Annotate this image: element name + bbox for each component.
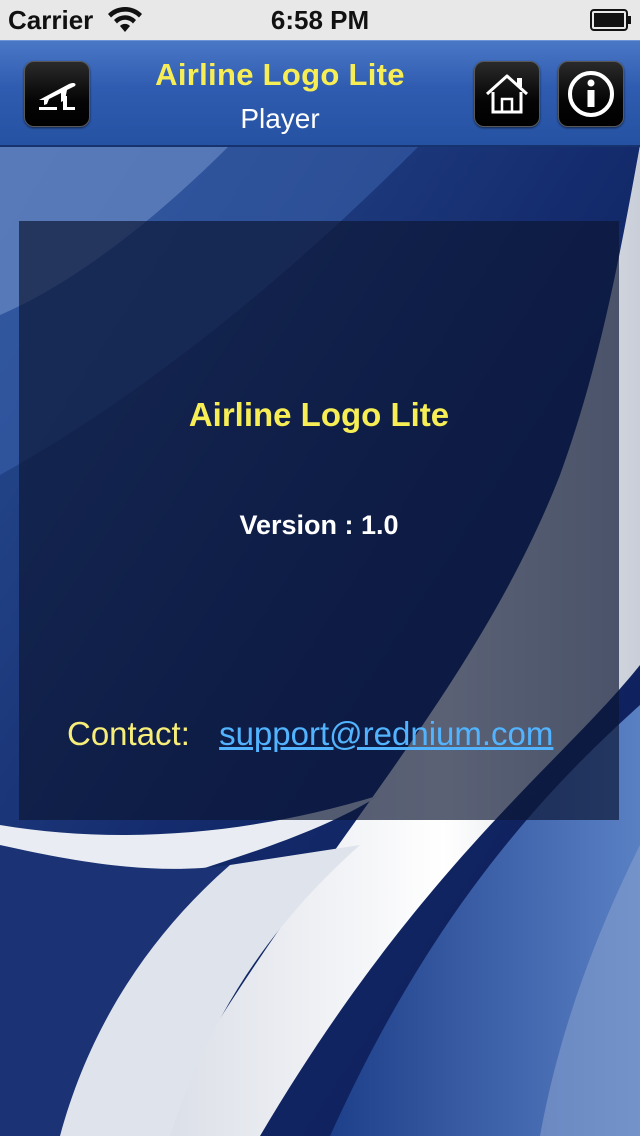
info-icon — [568, 71, 614, 117]
contact-label: Contact: — [67, 715, 190, 752]
version-line: Version : 1.0 — [19, 510, 619, 541]
status-time: 6:58 PM — [270, 5, 370, 35]
contact-row: Contact: support@rednium.com — [67, 715, 553, 753]
info-button[interactable] — [558, 61, 624, 127]
battery-icon — [590, 9, 631, 31]
home-icon — [485, 74, 529, 114]
version-label: Version : — [239, 510, 361, 540]
status-bar: Carrier 6:58 PM — [0, 0, 640, 40]
about-panel: Airline Logo Lite Version : 1.0 Contact:… — [19, 221, 619, 820]
nav-bar: Airline Logo Lite Player — [0, 40, 640, 147]
app-screen: Carrier 6:58 PM Airline Logo Lite Player — [0, 0, 640, 1136]
version-value: 1.0 — [361, 510, 399, 540]
contact-email-link[interactable]: support@rednium.com — [219, 715, 553, 753]
home-button[interactable] — [474, 61, 540, 127]
app-name: Airline Logo Lite — [188, 396, 450, 433]
